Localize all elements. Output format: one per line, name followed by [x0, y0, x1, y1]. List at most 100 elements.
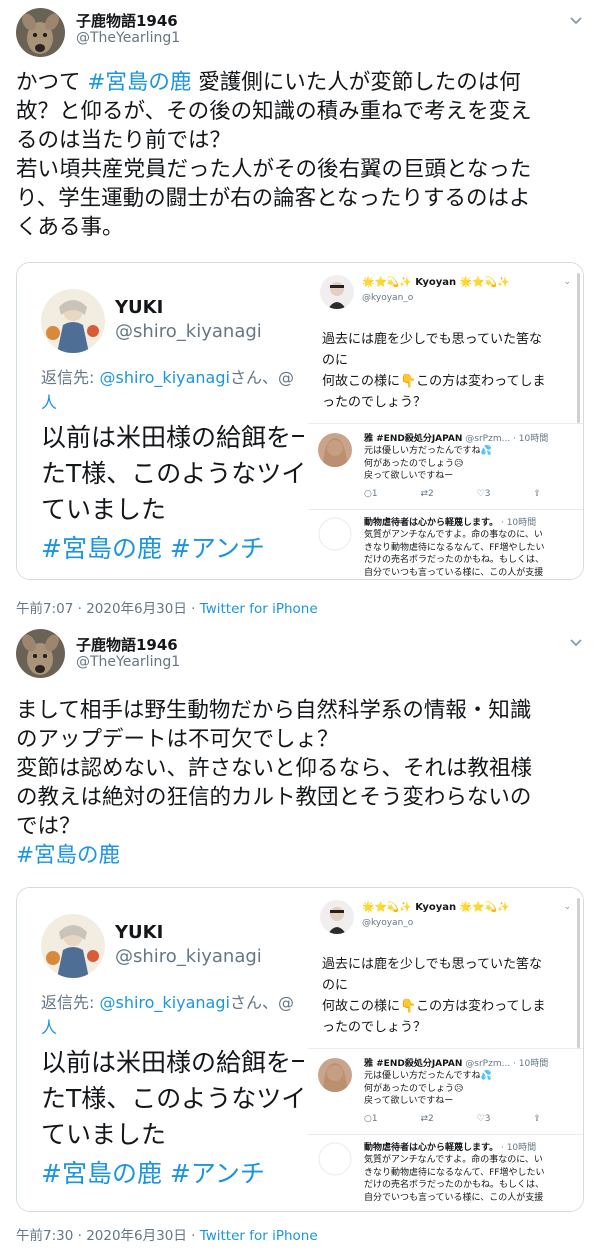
reply-header: 雅 #END殺処分JAPAN @srPzm... · 10時間 — [364, 1056, 548, 1069]
retweet-icon: ⇄2 — [420, 489, 434, 499]
reply-actions: ○1 ⇄2 ♡3 ⇪ — [364, 1114, 581, 1124]
reply-header: 動物虐待者は心から軽蔑します。 · 10時間 — [364, 515, 536, 528]
divider — [308, 423, 583, 424]
share-icon: ⇪ — [533, 1114, 541, 1124]
chevron-down-icon[interactable] — [568, 12, 584, 28]
divider — [308, 1048, 583, 1049]
reply-handle: @srPzm... — [465, 434, 511, 444]
kyoyan-body-line: のに — [322, 353, 349, 368]
author-name[interactable]: 子鹿物語1946 — [76, 10, 178, 31]
kyoyan-body-line: 過去には鹿を少しでも思っていた筈な — [322, 332, 542, 347]
reply-time: · 10時間 — [500, 1143, 537, 1153]
reply-time: · 10時間 — [500, 518, 537, 528]
timestamp[interactable]: 午前7:30 · 2020年6月30日 — [16, 1228, 187, 1244]
divider — [308, 1134, 583, 1135]
tweet-text-line: まして相手は野生動物だから自然科学系の情報・知識 — [16, 698, 532, 723]
kyoyan-body-line: ったのでしょう？ — [322, 395, 427, 410]
text-span: 愛護側にいた人が変節したのは何 — [191, 70, 521, 95]
hashtag-link[interactable]: #宮島の鹿 — [87, 70, 191, 95]
reply-avatar — [318, 1142, 352, 1176]
yuki-body-line: ていました — [41, 495, 167, 524]
like-icon: ♡3 — [476, 1114, 491, 1124]
tweet-text-line: では？ — [16, 814, 81, 839]
tweet-text: まして相手は野生動物だから自然科学系の情報・知識 のアップデートは不可欠でしょ？… — [16, 696, 586, 870]
author-avatar[interactable] — [16, 629, 65, 678]
reply-line: 戻って欲しいですねー — [364, 471, 454, 481]
reply-line: 何があったのでしょう😥 — [364, 458, 464, 469]
comment-count: 1 — [371, 1114, 378, 1124]
reply-line: 元は優しい方だったんですね💦 — [364, 446, 492, 456]
retweet-icon: ⇄2 — [420, 1114, 434, 1124]
image-right[interactable]: 🌟⭐💫✨ Kyoyan 🌟⭐💫✨ @kyoyan_o ⌄ 過去には鹿を少しでも思… — [306, 888, 583, 1211]
kyoyan-name: 🌟⭐💫✨ Kyoyan 🌟⭐💫✨ — [362, 277, 510, 288]
chevron-down-icon: ⌄ — [563, 277, 571, 287]
reply-text: 元は優しい方だったんですね💦 何があったのでしょう😥 戻って欲しいですねー — [364, 1070, 574, 1108]
yuki-name: YUKI — [115, 297, 164, 318]
yuki-hashtags: #宮島の鹿 #アンチ — [41, 1159, 265, 1188]
reply-avatar — [318, 1058, 352, 1092]
tweet-text-line: り、学生運動の闘士が右の論客となったりするのはよ — [16, 186, 531, 211]
yuki-avatar — [41, 914, 105, 978]
chevron-down-icon[interactable] — [568, 634, 584, 650]
tweet-text-line: のアップデートは不可欠でしょ？ — [16, 727, 339, 752]
timestamp[interactable]: 午前7:07 · 2020年6月30日 — [16, 601, 187, 617]
yuki-handle: @shiro_kiyanagi — [115, 946, 262, 967]
kyoyan-avatar — [320, 275, 354, 309]
image-card[interactable]: YUKI @shiro_kiyanagi 返信先: @shiro_kiyanag… — [16, 887, 584, 1212]
reply-suffix: さん、@ — [229, 368, 294, 387]
reply-to: 返信先: @shiro_kiyanagiさん、@ — [41, 367, 294, 389]
source-link[interactable]: Twitter for iPhone — [200, 1228, 318, 1244]
reply-time: · 10時間 — [513, 434, 549, 444]
reply-to: 返信先: @shiro_kiyanagiさん、@ — [41, 992, 294, 1014]
comment-icon: ○1 — [364, 489, 378, 499]
reply-line: だけの売名ボラだったのかもね。もしくは、 — [364, 555, 545, 565]
tweet-2: 子鹿物語1946 @TheYearling1 まして相手は野生動物だから自然科学… — [0, 626, 602, 1258]
tweet-text-line: の教えは絶対の狂信的カルト教団とそう変わらないの — [16, 785, 532, 810]
image-left[interactable]: YUKI @shiro_kiyanagi 返信先: @shiro_kiyanag… — [17, 888, 304, 1211]
yuki-name: YUKI — [115, 922, 164, 943]
reply-line: 何があったのでしょう😥 — [364, 1083, 464, 1094]
reply-to-line2: 人 — [41, 1018, 58, 1037]
tweet-text-line: 変節は認めない、許さないと仰るなら、それは教祖様 — [16, 756, 533, 781]
reply-item: 動物虐待者は心から軽蔑します。 · 10時間 気質がアンチなんですよ。命の事なの… — [318, 515, 580, 579]
author-handle[interactable]: @TheYearling1 — [76, 654, 180, 670]
reply-header: 動物虐待者は心から軽蔑します。 · 10時間 — [364, 1140, 536, 1153]
retweet-count: 2 — [428, 1114, 434, 1124]
tweet-text-line: 若い頃共産党員だった人がその後右翼の巨頭となった — [16, 157, 532, 182]
like-count: 3 — [484, 1114, 491, 1124]
share-icon: ⇪ — [533, 489, 541, 499]
divider — [308, 509, 583, 510]
comment-icon: ○1 — [364, 1114, 378, 1124]
reply-mention: @shiro_kiyanagi — [99, 368, 230, 387]
reply-text: 元は優しい方だったんですね💦 何があったのでしょう😥 戻って欲しいですねー — [364, 445, 574, 483]
tweet-text-line: るのは当たり前では？ — [16, 128, 232, 153]
tweet-1: 子鹿物語1946 @TheYearling1 かつて #宮島の鹿 愛護側にいた人… — [0, 0, 602, 626]
image-card[interactable]: YUKI @shiro_kiyanagi 返信先: @shiro_kiyanag… — [16, 262, 584, 580]
reply-line: 気質がアンチなんですよ。命の事なのに、い — [364, 1155, 543, 1165]
comment-count: 1 — [371, 489, 378, 499]
reply-line: 元は優しい方だったんですね💦 — [364, 1071, 492, 1081]
image-left[interactable]: YUKI @shiro_kiyanagi 返信先: @shiro_kiyanag… — [17, 263, 304, 579]
reply-actions: ○1 ⇄2 ♡3 ⇪ — [364, 489, 581, 499]
image-right[interactable]: 🌟⭐💫✨ Kyoyan 🌟⭐💫✨ @kyoyan_o ⌄ 過去には鹿を少しでも思… — [306, 263, 583, 579]
hashtag-link[interactable]: #宮島の鹿 — [16, 841, 586, 870]
yuki-body-line: 以前は米田様の給餌を一 — [41, 1048, 304, 1077]
author-avatar[interactable] — [16, 8, 65, 57]
like-icon: ♡3 — [476, 489, 491, 499]
tweet-text-line: かつて #宮島の鹿 愛護側にいた人が変節したのは何 — [16, 68, 586, 97]
kyoyan-body-line: 何故この様に👇この方は変わってしま — [322, 374, 546, 389]
chevron-down-icon: ⌄ — [563, 902, 571, 912]
kyoyan-name: 🌟⭐💫✨ Kyoyan 🌟⭐💫✨ — [362, 902, 510, 913]
source-link[interactable]: Twitter for iPhone — [200, 601, 318, 617]
author-handle[interactable]: @TheYearling1 — [76, 30, 180, 46]
kyoyan-avatar — [320, 900, 354, 934]
author-name[interactable]: 子鹿物語1946 — [76, 634, 178, 655]
reply-header: 雅 #END殺処分JAPAN @srPzm... · 10時間 — [364, 431, 548, 444]
kyoyan-body: 過去には鹿を少しでも思っていた筈な のに 何故この様に👇この方は変わってしま っ… — [322, 954, 583, 1038]
reply-avatar — [318, 433, 352, 467]
tweet-meta: 午前7:07 · 2020年6月30日 · Twitter for iPhone — [16, 601, 318, 617]
kyoyan-body-line: のに — [322, 978, 349, 993]
kyoyan-body-line: 過去には鹿を少しでも思っていた筈な — [322, 957, 542, 972]
reply-line: きなり動物虐待になるなんて、FF増やしたい — [364, 542, 545, 553]
reply-line: だけの売名ボラだったのかもね。もしくは、 — [364, 1180, 545, 1190]
